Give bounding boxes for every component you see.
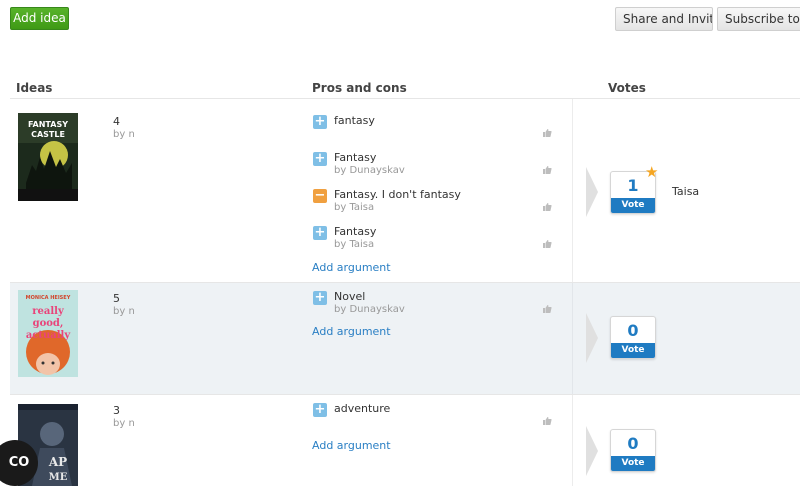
book-cover-image[interactable]: FANTASY CASTLE [18,113,78,201]
voter-name[interactable]: Taisa [672,185,699,198]
thumbs-up-icon[interactable] [542,416,552,426]
vote-count: 0 [627,434,639,453]
vote-arrow [586,426,598,476]
pro-plus-icon: + [313,114,327,129]
argument-author: by Taisa [334,239,375,250]
ideas-column-header: Ideas [16,81,53,95]
argument-text: adventure [334,402,391,415]
idea-author: by n [113,306,135,317]
idea-author: by n [113,418,135,429]
pro-plus-icon: + [313,225,327,240]
thumbs-up-icon[interactable] [542,128,552,138]
cover-title-line1: really [32,306,65,317]
subscribe-button[interactable]: Subscribe to updates [717,7,800,31]
star-icon: ★ [645,163,659,181]
argument-author: by Dunayskav [334,304,405,315]
add-idea-button[interactable]: Add idea [10,7,69,30]
con-minus-icon: − [313,188,327,203]
thumbs-up-icon[interactable] [542,304,552,314]
argument-text: Fantasy [334,151,377,164]
cover-author: MONICA HEISEY [26,295,71,301]
idea-author: by n [113,129,135,140]
argument-text: Novel [334,290,366,303]
vote-button[interactable]: Vote [611,456,655,471]
thumbs-up-icon[interactable] [542,165,552,175]
argument-text: Fantasy [334,225,377,238]
vote-button[interactable]: Vote [611,198,655,213]
add-argument-link[interactable]: Add argument [312,261,391,274]
cover-title-line3: actually [26,330,72,341]
cover-title: AP [48,455,67,469]
idea-row: MONICA HEISEY really good, actually 5 by… [10,283,800,394]
argument-author: by Dunayskav [334,165,405,176]
pro-plus-icon: + [313,402,327,417]
argument-author: by Taisa [334,202,375,213]
vote-count: 0 [627,321,639,340]
thumbs-up-icon[interactable] [542,239,552,249]
idea-row: AP ME 3 by n + adventure Add argument 0 … [10,395,800,486]
cover-subtitle: ME [49,472,68,483]
idea-number: 5 [113,292,120,305]
cover-title-line2: good, [33,318,64,329]
vote-widget[interactable]: 0 Vote [610,316,656,359]
argument-text: Fantasy. I don't fantasy [334,188,461,201]
add-argument-link[interactable]: Add argument [312,439,391,452]
fantasy-castle-cover: FANTASY CASTLE [18,113,78,201]
vote-arrow [586,313,598,363]
column-divider [572,99,573,282]
votes-column-header: Votes [608,81,646,95]
column-divider [572,283,573,394]
idea-number: 3 [113,404,120,417]
vote-widget[interactable]: 0 Vote [610,429,656,472]
add-argument-link[interactable]: Add argument [312,325,391,338]
pro-plus-icon: + [313,290,327,305]
pro-plus-icon: + [313,151,327,166]
pros-cons-column-header: Pros and cons [312,81,407,95]
column-divider [572,395,573,486]
really-good-actually-cover: MONICA HEISEY really good, actually [18,290,78,377]
idea-number: 4 [113,115,120,128]
cover-title-line1: FANTASY [28,120,68,129]
argument-text: fantasy [334,114,375,127]
idea-row: FANTASY CASTLE 4 by n + fantasy + Fantas… [10,99,800,282]
cover-title-line2: CASTLE [31,130,65,139]
badge-label: CO [8,455,30,470]
share-invite-button[interactable]: Share and Invite [615,7,713,31]
thumbs-up-icon[interactable] [542,202,552,212]
vote-arrow [586,167,598,217]
book-cover-image[interactable]: MONICA HEISEY really good, actually [18,290,78,377]
vote-button[interactable]: Vote [611,343,655,358]
